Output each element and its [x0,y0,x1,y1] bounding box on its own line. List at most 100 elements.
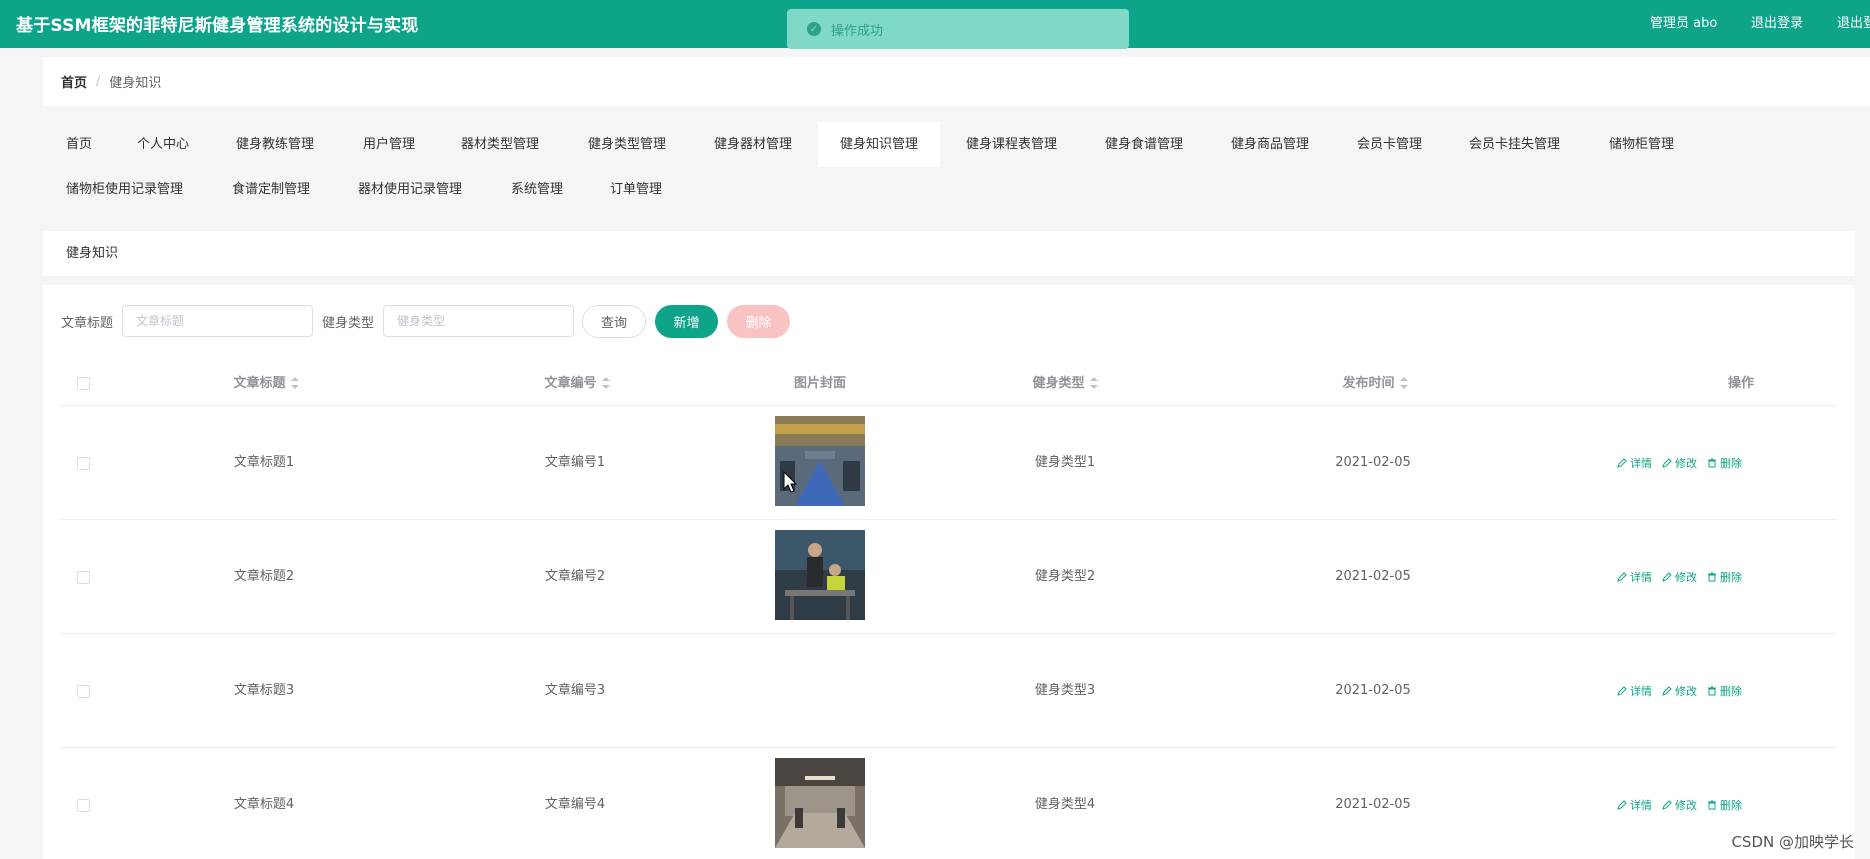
menu-item-personal-center[interactable]: 个人中心 [137,122,189,167]
sort-icon[interactable] [290,376,299,389]
breadcrumb-current: 健身知识 [109,76,162,91]
check-circle-icon: ✓ [807,22,821,36]
logout-button[interactable]: 退出登录 [1751,12,1803,31]
cell-number: 文章编号3 [544,683,606,698]
menu-item-recipe-custom[interactable]: 食谱定制管理 [232,167,310,212]
trash-icon [1708,686,1716,696]
edit-icon [1617,458,1627,468]
delete-row-button[interactable]: 删除 [1707,797,1742,813]
edit-icon [1617,572,1627,582]
row-actions: 详情 修改 删除 [1617,748,1742,859]
title-label: 文章标题 [61,316,114,331]
column-type[interactable]: 健身类型 [1005,361,1125,406]
menu-item-locker[interactable]: 储物柜管理 [1609,122,1674,167]
menu-item-system[interactable]: 系统管理 [511,167,563,212]
column-cover: 图片封面 [793,376,846,391]
edit-button[interactable]: 修改 [1662,683,1697,699]
cell-type: 健身类型4 [1034,797,1096,812]
edit-button[interactable]: 修改 [1662,797,1697,813]
trash-icon [1708,800,1716,810]
delete-row-button[interactable]: 删除 [1707,455,1742,471]
delete-row-button[interactable]: 删除 [1707,569,1742,585]
menu-item-orders[interactable]: 订单管理 [610,167,662,212]
row-checkbox[interactable] [77,799,90,812]
trash-icon [1708,458,1716,468]
menu-item-fitness-type[interactable]: 健身类型管理 [588,122,666,167]
query-button[interactable]: 查询 [582,305,646,338]
column-date[interactable]: 发布时间 [1315,361,1435,406]
sort-icon[interactable] [1089,376,1098,389]
menu-item-coach[interactable]: 健身教练管理 [236,122,314,167]
edit-icon [1662,800,1672,810]
detail-button[interactable]: 详情 [1617,569,1652,585]
breadcrumb: 首页 / 健身知识 [43,57,1870,106]
edit-button[interactable]: 修改 [1662,455,1697,471]
table-row: 文章标题1 文章编号1 健身类型1 2021-02-05 详情 修改 删除 [61,406,1837,520]
column-actions: 操作 [1727,376,1754,391]
menu-item-goods[interactable]: 健身商品管理 [1231,122,1309,167]
delete-button[interactable]: 删除 [727,305,790,338]
cell-date: 2021-02-05 [1335,797,1411,812]
edit-icon [1662,458,1672,468]
table-row: 文章标题2 文章编号2 健身类型2 2021-02-05 详情 修改 删除 [61,520,1837,634]
delete-row-button[interactable]: 删除 [1707,683,1742,699]
table-row: 文章标题4 文章编号4 健身类型4 2021-02-05 详情 修改 删除 [61,748,1837,859]
menu-item-equipment-type[interactable]: 器材类型管理 [461,122,539,167]
breadcrumb-home[interactable]: 首页 [61,72,87,91]
edit-icon [1662,686,1672,696]
breadcrumb-separator: / [96,74,101,89]
menu-item-user[interactable]: 用户管理 [363,122,415,167]
menu-item-schedule[interactable]: 健身课程表管理 [966,122,1057,167]
trash-icon [1708,572,1716,582]
menu-item-locker-records[interactable]: 储物柜使用记录管理 [66,167,183,212]
cell-title: 文章标题4 [233,797,295,812]
row-actions: 详情 修改 删除 [1617,634,1742,748]
logout-button-clipped[interactable]: 退出登 [1837,12,1870,31]
detail-button[interactable]: 详情 [1617,797,1652,813]
menu-item-knowledge[interactable]: 健身知识管理 [818,122,941,167]
edit-button[interactable]: 修改 [1662,569,1697,585]
search-form: 文章标题 文章标题 健身类型 健身类型 [61,305,661,337]
detail-button[interactable]: 详情 [1617,683,1652,699]
row-actions: 详情 修改 删除 [1617,520,1742,634]
app-title: 基于SSM框架的菲特尼斯健身管理系统的设计与实现 [16,16,419,36]
menu-item-recipe[interactable]: 健身食谱管理 [1105,122,1183,167]
cell-date: 2021-02-05 [1335,569,1411,584]
column-title[interactable]: 文章标题 [206,361,326,406]
cell-title: 文章标题1 [233,455,295,470]
row-checkbox[interactable] [77,457,90,470]
success-toast: ✓ 操作成功 [787,9,1129,49]
table-header: 文章标题 文章编号 图片封面 健身类型 发布时间 操作 [61,361,1837,406]
cell-date: 2021-02-05 [1335,455,1411,470]
title-input[interactable]: 文章标题 [122,305,313,337]
menu-item-equipment-records[interactable]: 器材使用记录管理 [358,167,462,212]
admin-label: 管理员 abo [1650,16,1718,31]
cell-number: 文章编号2 [544,569,606,584]
section-title: 健身知识 [43,231,1855,276]
menu-item-home[interactable]: 首页 [66,122,92,167]
toast-message: 操作成功 [831,23,884,39]
edit-icon [1617,686,1627,696]
cell-number: 文章编号1 [544,455,606,470]
column-number[interactable]: 文章编号 [517,361,637,406]
row-checkbox[interactable] [77,685,90,698]
menu-item-membership-card[interactable]: 会员卡管理 [1357,122,1422,167]
edit-icon [1617,800,1627,810]
add-button[interactable]: 新增 [655,305,718,338]
gym-room-image[interactable] [775,758,865,848]
menu-item-card-loss[interactable]: 会员卡挂失管理 [1469,122,1560,167]
type-input[interactable]: 健身类型 [383,305,574,337]
sort-icon[interactable] [1399,376,1408,389]
cell-type: 健身类型1 [1034,455,1096,470]
mouse-cursor-icon [783,471,797,493]
sort-icon[interactable] [601,376,610,389]
table-row: 文章标题3 文章编号3 健身类型3 2021-02-05 详情 修改 删除 [61,634,1837,748]
gym-training-image[interactable] [775,530,865,620]
menu-item-equipment[interactable]: 健身器材管理 [714,122,792,167]
edit-icon [1662,572,1672,582]
detail-button[interactable]: 详情 [1617,455,1652,471]
row-checkbox[interactable] [77,571,90,584]
type-label: 健身类型 [322,316,375,331]
select-all-checkbox[interactable] [77,377,90,390]
watermark: CSDN @加映学长 [1731,833,1854,851]
